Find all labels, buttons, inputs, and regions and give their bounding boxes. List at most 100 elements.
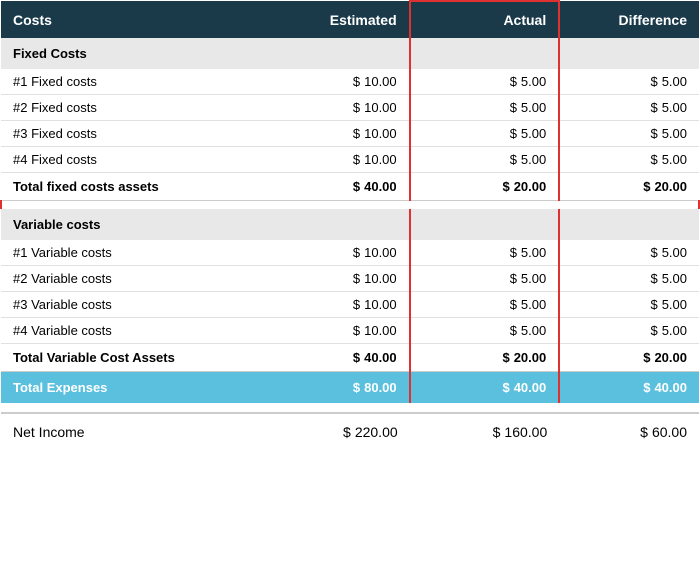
- fixed-cost-row-1: #1 Fixed costs $10.00 $5.00 $5.00: [1, 69, 699, 95]
- total-expenses-row: Total Expenses $80.00 $40.00 $40.00: [1, 371, 699, 403]
- var-cost-1-est-sign: $: [353, 245, 364, 260]
- fixed-cost-4-estimated: $10.00: [280, 147, 410, 173]
- net-inc-diff-sign: $: [640, 424, 652, 440]
- fixed-cost-3-label: #3 Fixed costs: [1, 121, 280, 147]
- variable-cost-2-actual: $5.00: [410, 265, 560, 291]
- fixed-costs-estimated-blank: [280, 38, 410, 69]
- variable-cost-1-estimated: $10.00: [280, 240, 410, 266]
- var-cost-4-est-val: 10.00: [364, 323, 397, 338]
- var-cost-3-act-sign: $: [510, 297, 521, 312]
- fixed-cost-4-est-val: 10.00: [364, 152, 397, 167]
- fixed-cost-4-diff-sign: $: [650, 152, 661, 167]
- var-cost-3-diff-sign: $: [650, 297, 661, 312]
- fixed-cost-3-act-sign: $: [510, 126, 521, 141]
- var-cost-3-diff-val: 5.00: [662, 297, 687, 312]
- var-cost-4-diff-val: 5.00: [662, 323, 687, 338]
- fixed-cost-3-estimated: $10.00: [280, 121, 410, 147]
- variable-costs-total-label: Total Variable Cost Assets: [1, 343, 280, 371]
- var-cost-3-est-sign: $: [353, 297, 364, 312]
- variable-costs-label: Variable costs: [1, 209, 280, 240]
- fixed-cost-3-diff-val: 5.00: [662, 126, 687, 141]
- var-cost-1-diff-val: 5.00: [662, 245, 687, 260]
- variable-cost-row-2: #2 Variable costs $10.00 $5.00 $5.00: [1, 265, 699, 291]
- fixed-cost-4-diff-val: 5.00: [662, 152, 687, 167]
- var-cost-3-est-val: 10.00: [364, 297, 397, 312]
- total-expenses-diff: $40.00: [559, 371, 699, 403]
- fixed-costs-total-est-val: 40.00: [364, 179, 397, 194]
- var-total-est-sign: $: [353, 350, 364, 365]
- fixed-costs-diff-blank: [559, 38, 699, 69]
- spacer-1-cell: [1, 201, 699, 209]
- fixed-cost-3-act-val: 5.00: [521, 126, 546, 141]
- net-inc-est-val: 220.00: [355, 424, 398, 440]
- total-exp-est-val: 80.00: [364, 380, 397, 395]
- fixed-costs-total-label: Total fixed costs assets: [1, 173, 280, 201]
- fixed-cost-1-est-sign: $: [353, 74, 364, 89]
- spacer-2-cell: [1, 403, 699, 413]
- fixed-costs-total-actual: $20.00: [410, 173, 560, 201]
- fixed-cost-3-est-val: 10.00: [364, 126, 397, 141]
- var-cost-2-est-sign: $: [353, 271, 364, 286]
- var-cost-1-diff-sign: $: [650, 245, 661, 260]
- var-total-act-sign: $: [502, 350, 513, 365]
- fixed-cost-1-diff: $5.00: [559, 69, 699, 95]
- var-cost-2-act-sign: $: [510, 271, 521, 286]
- fixed-cost-1-est-val: 10.00: [364, 74, 397, 89]
- var-total-diff-sign: $: [643, 350, 654, 365]
- var-total-act-val: 20.00: [514, 350, 547, 365]
- var-cost-1-act-val: 5.00: [521, 245, 546, 260]
- net-inc-act-val: 160.00: [504, 424, 547, 440]
- variable-cost-1-actual: $5.00: [410, 240, 560, 266]
- var-cost-1-est-val: 10.00: [364, 245, 397, 260]
- fixed-cost-2-est-sign: $: [353, 100, 364, 115]
- fixed-cost-2-diff: $5.00: [559, 95, 699, 121]
- fixed-costs-actual-blank: [410, 38, 560, 69]
- var-cost-2-diff-sign: $: [650, 271, 661, 286]
- fixed-cost-1-act-sign: $: [510, 74, 521, 89]
- variable-costs-actual-blank: [410, 209, 560, 240]
- fixed-cost-1-label: #1 Fixed costs: [1, 69, 280, 95]
- net-income-row: Net Income $220.00 $160.00 $60.00: [1, 413, 699, 450]
- variable-costs-section-header: Variable costs: [1, 209, 699, 240]
- fixed-cost-4-act-sign: $: [510, 152, 521, 167]
- fixed-costs-total-est-sign: $: [353, 179, 364, 194]
- fixed-cost-1-estimated: $10.00: [280, 69, 410, 95]
- var-total-diff-val: 20.00: [654, 350, 687, 365]
- total-exp-diff-val: 40.00: [654, 380, 687, 395]
- total-exp-est-sign: $: [353, 380, 364, 395]
- net-inc-est-sign: $: [343, 424, 355, 440]
- fixed-costs-total-diff: $20.00: [559, 173, 699, 201]
- net-income-diff: $60.00: [559, 413, 699, 450]
- total-expenses-actual: $40.00: [410, 371, 560, 403]
- fixed-cost-2-act-sign: $: [510, 100, 521, 115]
- var-cost-2-diff-val: 5.00: [662, 271, 687, 286]
- header-difference: Difference: [559, 1, 699, 38]
- var-cost-3-act-val: 5.00: [521, 297, 546, 312]
- variable-costs-total-row: Total Variable Cost Assets $40.00 $20.00…: [1, 343, 699, 371]
- variable-cost-3-actual: $5.00: [410, 291, 560, 317]
- fixed-cost-3-diff: $5.00: [559, 121, 699, 147]
- variable-cost-row-1: #1 Variable costs $10.00 $5.00 $5.00: [1, 240, 699, 266]
- fixed-cost-3-actual: $5.00: [410, 121, 560, 147]
- spacer-2: [1, 403, 699, 413]
- variable-costs-estimated-blank: [280, 209, 410, 240]
- total-expenses-label: Total Expenses: [1, 371, 280, 403]
- fixed-cost-1-actual: $5.00: [410, 69, 560, 95]
- variable-cost-2-diff: $5.00: [559, 265, 699, 291]
- fixed-cost-2-act-val: 5.00: [521, 100, 546, 115]
- variable-cost-3-label: #3 Variable costs: [1, 291, 280, 317]
- var-cost-4-act-sign: $: [510, 323, 521, 338]
- variable-cost-3-diff: $5.00: [559, 291, 699, 317]
- fixed-costs-label: Fixed Costs: [1, 38, 280, 69]
- fixed-cost-4-actual: $5.00: [410, 147, 560, 173]
- variable-cost-row-4: #4 Variable costs $10.00 $5.00 $5.00: [1, 317, 699, 343]
- total-expenses-estimated: $80.00: [280, 371, 410, 403]
- variable-cost-1-diff: $5.00: [559, 240, 699, 266]
- fixed-cost-2-actual: $5.00: [410, 95, 560, 121]
- fixed-cost-1-act-val: 5.00: [521, 74, 546, 89]
- fixed-cost-row-2: #2 Fixed costs $10.00 $5.00 $5.00: [1, 95, 699, 121]
- fixed-cost-2-diff-sign: $: [650, 100, 661, 115]
- variable-cost-4-diff: $5.00: [559, 317, 699, 343]
- var-cost-2-act-val: 5.00: [521, 271, 546, 286]
- fixed-cost-2-label: #2 Fixed costs: [1, 95, 280, 121]
